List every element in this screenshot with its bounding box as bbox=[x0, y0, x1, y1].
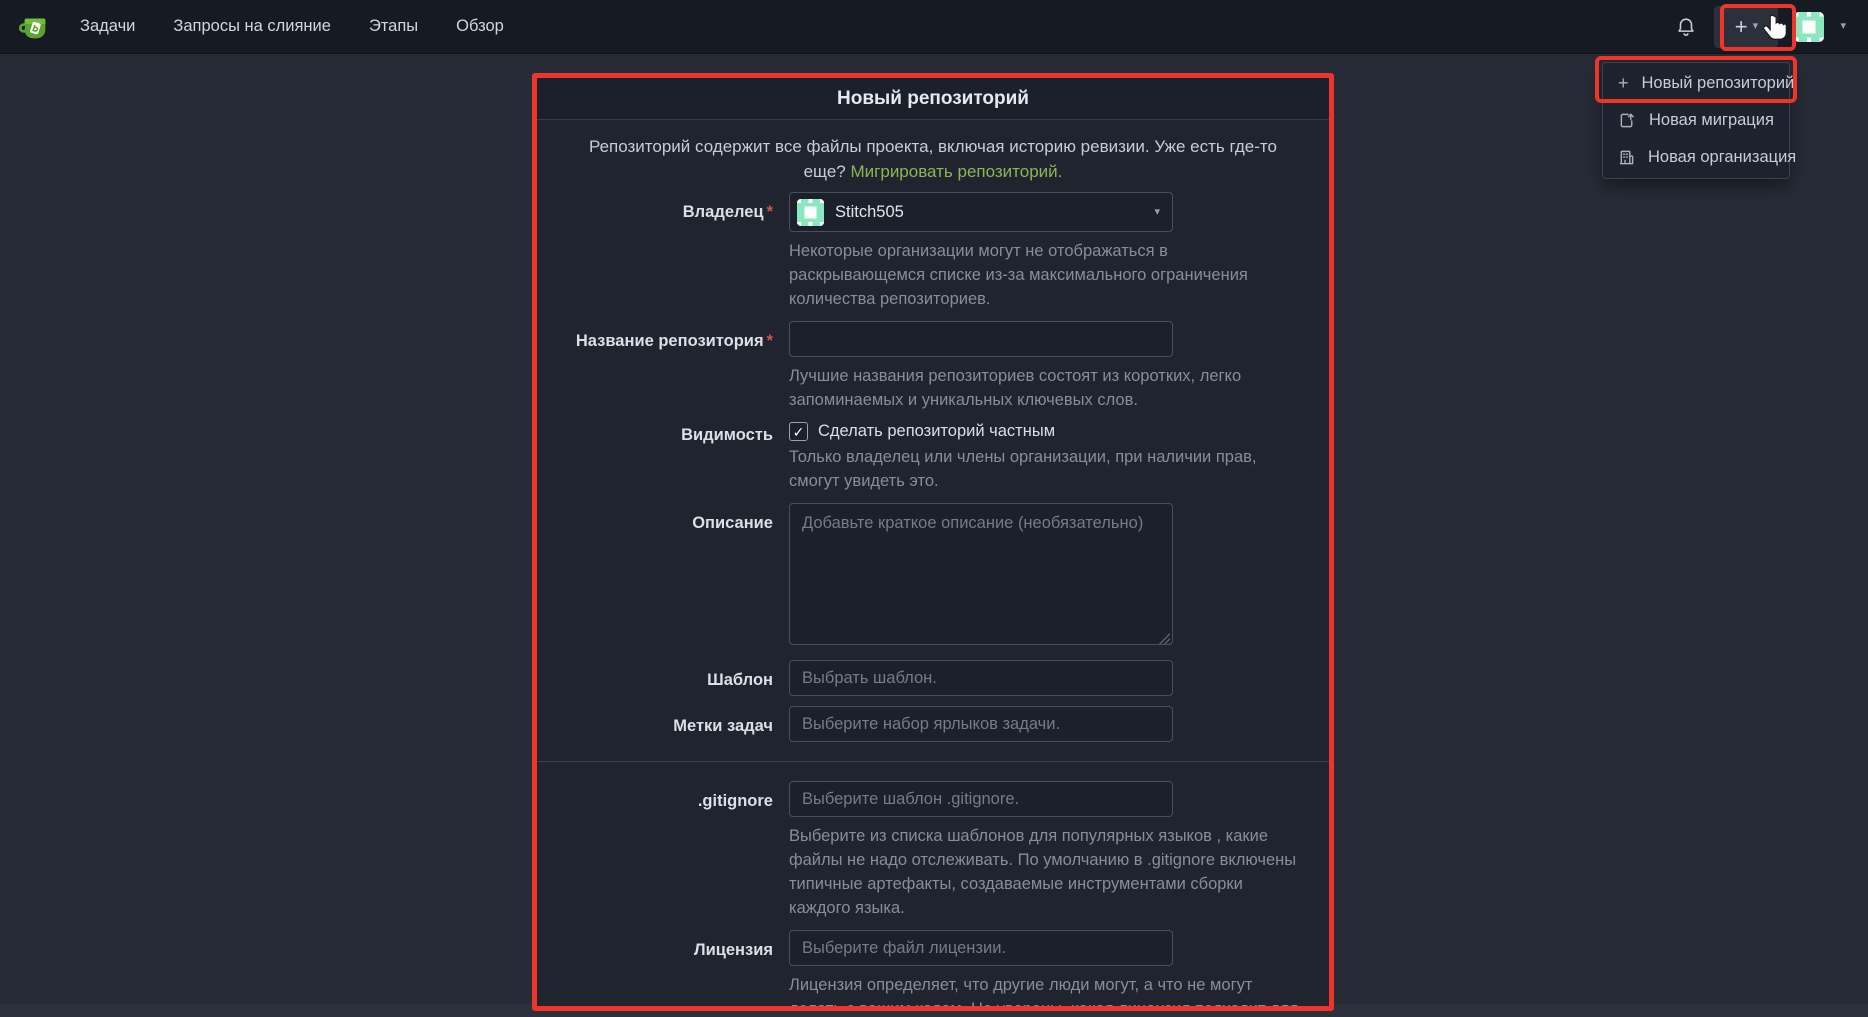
repo-name-input[interactable] bbox=[789, 321, 1173, 357]
nav-item-pull-requests[interactable]: Запросы на слияние bbox=[173, 17, 331, 36]
nav-links: Задачи Запросы на слияние Этапы Обзор bbox=[80, 17, 504, 36]
gitea-logo-icon[interactable] bbox=[16, 9, 52, 45]
repo-name-label: Название репозитория* bbox=[537, 321, 789, 412]
visibility-row: Видимость ✓ Сделать репозиторий частным … bbox=[537, 422, 1329, 493]
new-repository-form-panel: Новый репозиторий Репозиторий содержит в… bbox=[532, 73, 1334, 1011]
private-checkbox-label: Сделать репозиторий частным bbox=[818, 422, 1055, 441]
menu-item-new-organization[interactable]: Новая организация bbox=[1603, 139, 1789, 176]
gitignore-row: .gitignore Выберите из списка шаблонов д… bbox=[537, 781, 1329, 920]
caret-down-icon[interactable]: ▾ bbox=[1840, 21, 1846, 32]
license-label: Лицензия bbox=[537, 930, 789, 1011]
nav-item-issues[interactable]: Задачи bbox=[80, 17, 135, 36]
plus-icon: + bbox=[1618, 73, 1629, 94]
menu-item-label: Новый репозиторий bbox=[1642, 74, 1795, 93]
license-input[interactable] bbox=[789, 930, 1173, 966]
check-icon: ✓ bbox=[793, 425, 805, 439]
gitignore-input[interactable] bbox=[789, 781, 1173, 817]
template-label: Шаблон bbox=[537, 660, 789, 696]
template-row: Шаблон bbox=[537, 660, 1329, 696]
owner-label-text: Владелец bbox=[683, 203, 764, 221]
page-title: Новый репозиторий bbox=[837, 88, 1029, 110]
repo-name-label-text: Название репозитория bbox=[576, 332, 764, 350]
caret-down-icon: ▾ bbox=[1154, 207, 1160, 218]
owner-name: Stitch505 bbox=[835, 203, 1154, 222]
notifications-bell-icon[interactable] bbox=[1674, 15, 1698, 39]
owner-label: Владелец* bbox=[537, 192, 789, 311]
form-header: Новый репозиторий bbox=[537, 78, 1329, 120]
owner-help-text: Некоторые организации могут не отображат… bbox=[789, 239, 1305, 311]
menu-item-label: Новая организация bbox=[1648, 148, 1796, 167]
form-intro-text: Репозиторий содержит все файлы проекта, … bbox=[548, 134, 1318, 192]
menu-item-new-repository[interactable]: + Новый репозиторий bbox=[1603, 65, 1789, 102]
section-divider bbox=[537, 761, 1329, 762]
mouse-cursor-icon bbox=[1762, 13, 1789, 44]
required-asterisk: * bbox=[767, 332, 773, 350]
create-dropdown-menu: + Новый репозиторий Новая миграция Новая… bbox=[1602, 62, 1790, 179]
description-textarea[interactable] bbox=[789, 503, 1173, 645]
menu-item-new-migration[interactable]: Новая миграция bbox=[1603, 102, 1789, 139]
owner-select[interactable]: Stitch505 ▾ bbox=[789, 192, 1173, 232]
issue-labels-row: Метки задач bbox=[537, 706, 1329, 742]
caret-down-icon: ▾ bbox=[1753, 21, 1759, 32]
private-checkbox[interactable]: ✓ bbox=[789, 422, 808, 441]
plus-icon: + bbox=[1735, 16, 1748, 38]
owner-avatar bbox=[797, 199, 824, 226]
user-avatar[interactable] bbox=[1794, 12, 1824, 42]
nav-item-milestones[interactable]: Этапы bbox=[369, 17, 418, 36]
required-asterisk: * bbox=[767, 203, 773, 221]
form-body: Репозиторий содержит все файлы проекта, … bbox=[537, 120, 1329, 1011]
license-help-body: Лицензия определяет, что другие люди мог… bbox=[789, 976, 1298, 1011]
license-help-text: Лицензия определяет, что другие люди мог… bbox=[789, 973, 1305, 1011]
menu-item-label: Новая миграция bbox=[1649, 111, 1774, 130]
license-row: Лицензия Лицензия определяет, что другие… bbox=[537, 930, 1329, 1011]
repo-name-help-text: Лучшие названия репозиториев состоят из … bbox=[789, 364, 1305, 412]
visibility-label: Видимость bbox=[537, 422, 789, 493]
navbar: Задачи Запросы на слияние Этапы Обзор + … bbox=[0, 0, 1868, 54]
description-row: Описание bbox=[537, 503, 1329, 650]
template-input[interactable] bbox=[789, 660, 1173, 696]
issue-labels-label: Метки задач bbox=[537, 706, 789, 742]
migration-icon bbox=[1618, 112, 1636, 129]
navbar-right: + ▾ ▾ bbox=[1674, 6, 1846, 48]
migrate-repository-link[interactable]: Мигрировать репозиторий. bbox=[851, 162, 1063, 181]
repo-name-row: Название репозитория* Лучшие названия ре… bbox=[537, 321, 1329, 412]
issue-labels-input[interactable] bbox=[789, 706, 1173, 742]
nav-item-explore[interactable]: Обзор bbox=[456, 17, 504, 36]
visibility-help-text: Только владелец или члены организации, п… bbox=[789, 445, 1305, 493]
organization-icon bbox=[1618, 149, 1635, 166]
gitignore-label: .gitignore bbox=[537, 781, 789, 920]
owner-row: Владелец* bbox=[537, 192, 1329, 311]
gitignore-help-text: Выберите из списка шаблонов для популярн… bbox=[789, 824, 1305, 920]
description-label: Описание bbox=[537, 503, 789, 650]
